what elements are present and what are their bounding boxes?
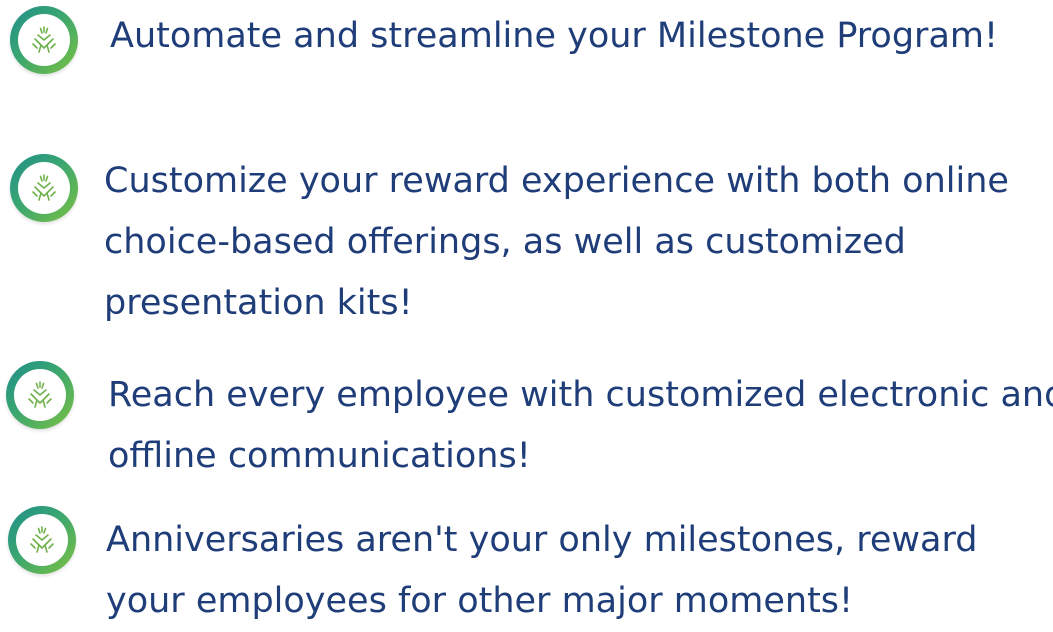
feature-text-line: presentation kits! — [104, 283, 413, 323]
feature-badge — [6, 361, 74, 429]
feature-text: Reach every employee with customized ele… — [108, 365, 1053, 487]
joined-hands-icon — [32, 174, 56, 201]
feature-text-line: Reach every employee with customized ele… — [108, 375, 1053, 415]
joined-hands-icon — [28, 381, 52, 408]
joined-hands-icon — [30, 526, 54, 553]
feature-badge — [10, 154, 78, 222]
feature-text-line: your employees for other major moments! — [106, 581, 854, 621]
feature-text-line: choice-based offerings, as well as custo… — [104, 222, 906, 262]
feature-badge — [8, 506, 76, 574]
feature-text-line: offline communications! — [108, 436, 531, 476]
feature-list: Automate and streamline your Milestone P… — [0, 0, 1053, 622]
feature-text-line: Customize your reward experience with bo… — [104, 161, 1009, 201]
feature-text-line: Anniversaries aren't your only milestone… — [106, 520, 978, 560]
feature-text: Customize your reward experience with bo… — [104, 151, 1009, 334]
feature-badge — [10, 6, 78, 74]
feature-text: Anniversaries aren't your only milestone… — [106, 510, 977, 632]
feature-text: Automate and streamline your Milestone P… — [110, 6, 998, 67]
joined-hands-icon — [32, 26, 56, 53]
feature-text-line: Automate and streamline your Milestone P… — [110, 16, 999, 56]
